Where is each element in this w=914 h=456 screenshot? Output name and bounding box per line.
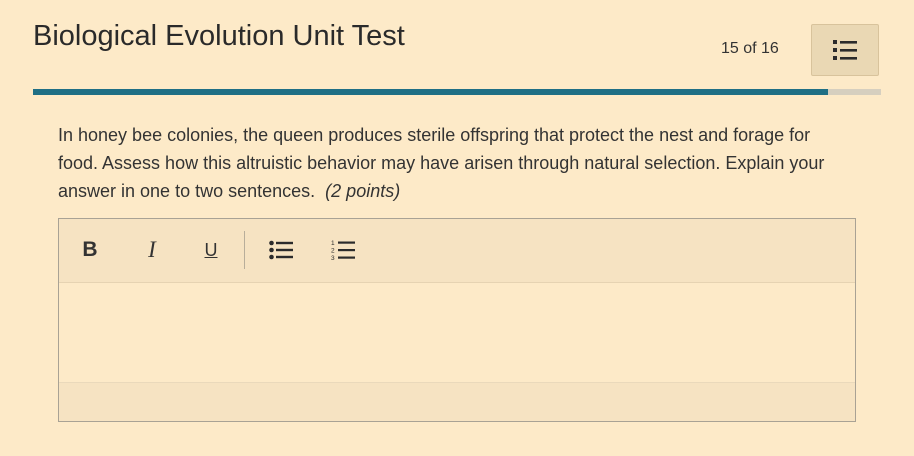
progress-bar-fill xyxy=(33,89,828,95)
editor-footer xyxy=(59,382,855,421)
page-title: Biological Evolution Unit Test xyxy=(33,20,405,52)
bulleted-list-button[interactable] xyxy=(267,235,295,265)
question-counter: 15 of 16 xyxy=(721,40,779,57)
progress-bar xyxy=(33,89,881,95)
answer-textarea[interactable] xyxy=(59,283,855,383)
bulleted-list-icon xyxy=(269,240,293,260)
underline-button[interactable]: U xyxy=(200,235,222,265)
numbered-list-icon: 1 2 3 xyxy=(331,240,355,261)
bold-button[interactable]: B xyxy=(79,235,101,265)
numbered-list-button[interactable]: 1 2 3 xyxy=(329,235,357,265)
question-points: (2 points) xyxy=(325,181,401,201)
svg-text:3: 3 xyxy=(331,255,335,261)
svg-text:2: 2 xyxy=(331,248,335,255)
list-icon xyxy=(833,40,857,60)
question-text: In honey bee colonies, the queen produce… xyxy=(58,125,825,201)
question-list-button[interactable] xyxy=(811,24,879,76)
question-prompt: In honey bee colonies, the queen produce… xyxy=(58,121,828,205)
toolbar-divider xyxy=(244,231,245,269)
editor-toolbar: B I U 1 2 3 xyxy=(59,219,855,283)
answer-editor: B I U 1 2 3 xyxy=(58,218,856,422)
italic-button[interactable]: I xyxy=(141,235,163,265)
svg-text:1: 1 xyxy=(331,240,335,247)
underline-label: U xyxy=(204,239,218,260)
test-page: Biological Evolution Unit Test 15 of 16 … xyxy=(0,0,914,456)
